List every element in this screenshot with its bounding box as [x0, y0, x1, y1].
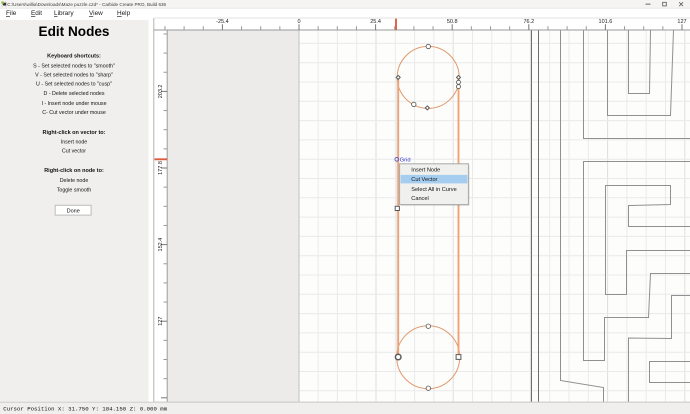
svg-text:127: 127	[158, 317, 164, 326]
svg-text:25.4: 25.4	[370, 19, 381, 25]
svg-text:177.8: 177.8	[158, 161, 164, 175]
svg-text:Right-click on vector to:: Right-click on vector to:	[43, 130, 106, 136]
svg-text:Edit Nodes: Edit Nodes	[39, 24, 110, 39]
svg-text:Done: Done	[67, 208, 80, 214]
svg-text:Cut vector: Cut vector	[62, 149, 86, 155]
svg-text:127: 127	[677, 19, 686, 25]
svg-text:76.2: 76.2	[523, 19, 534, 25]
svg-text:U - Set selected nodes to "cus: U - Set selected nodes to "cusp"	[36, 82, 112, 88]
svg-text:Library: Library	[54, 10, 74, 17]
svg-text:Keyboard shortcuts:: Keyboard shortcuts:	[47, 54, 101, 60]
svg-text:Insert Node: Insert Node	[411, 168, 440, 174]
svg-text:Edit: Edit	[31, 10, 42, 17]
svg-text:101.6: 101.6	[599, 19, 613, 25]
svg-text:50.8: 50.8	[447, 19, 458, 25]
svg-text:Cancel: Cancel	[411, 196, 428, 202]
svg-text:C:\Users\willia\Downloads\Maze: C:\Users\willia\Downloads\Maze puzzle.c2…	[7, 2, 166, 7]
svg-text:Delete node: Delete node	[60, 178, 89, 184]
svg-text:V - Set selected nodes to "sha: V - Set selected nodes to "sharp"	[35, 73, 113, 79]
svg-text:C- Cut vector under mouse: C- Cut vector under mouse	[42, 110, 106, 116]
svg-text:File: File	[6, 10, 17, 17]
svg-text:D - Delete selected nodes: D - Delete selected nodes	[44, 91, 105, 97]
svg-text:Grid: Grid	[400, 158, 411, 164]
svg-text:Select All in Curve: Select All in Curve	[411, 187, 456, 193]
svg-text:View: View	[89, 10, 103, 17]
svg-text:Insert node: Insert node	[61, 140, 88, 146]
svg-text:Cursor Position X: 31.750 Y: 1: Cursor Position X: 31.750 Y: 184.150 Z: …	[3, 406, 167, 413]
svg-text:I - Insert node under mouse: I - Insert node under mouse	[41, 101, 106, 107]
svg-text:-25.4: -25.4	[216, 19, 229, 25]
svg-text:152.4: 152.4	[158, 238, 164, 252]
svg-text:Toggle smooth: Toggle smooth	[57, 188, 92, 194]
svg-text:203.2: 203.2	[158, 85, 164, 99]
svg-text:0: 0	[297, 19, 300, 25]
svg-text:Help: Help	[117, 10, 131, 17]
svg-text:Cut Vector: Cut Vector	[411, 177, 437, 183]
svg-text:Right-click on node to:: Right-click on node to:	[44, 168, 104, 174]
svg-text:S - Set selected nodes to "smo: S - Set selected nodes to "smooth"	[33, 63, 115, 69]
